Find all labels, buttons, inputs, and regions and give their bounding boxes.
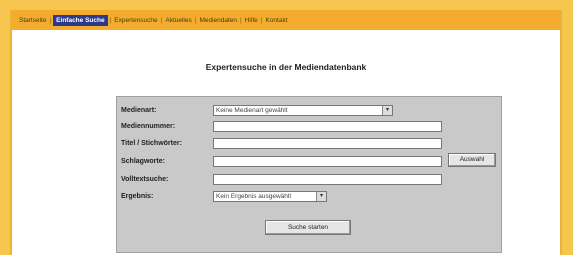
ergebnis-label: Ergebnis: [121, 193, 154, 200]
schlagworte-label: Schlagworte: [121, 158, 165, 165]
nav-item-einfache-suche[interactable]: Einfache Suche [53, 14, 108, 26]
medienart-select[interactable]: Keine Medienart gewählt ▾ [213, 105, 393, 116]
medienart-label: Medienart: [121, 107, 157, 114]
ergebnis-value: Kein Ergebnis ausgewählt [216, 193, 292, 200]
titel-label: Titel / Stichwörter: [121, 140, 182, 147]
ergebnis-select[interactable]: Kein Ergebnis ausgewählt ▾ [213, 191, 327, 202]
titel-input[interactable] [213, 138, 442, 149]
nav-item-expertensuche[interactable]: Expertensuche [113, 17, 158, 24]
volltext-input[interactable] [213, 174, 442, 185]
schlagworte-input[interactable] [213, 156, 442, 167]
nav-item-kontakt[interactable]: Kontakt [264, 17, 288, 24]
nav-item-mediendaten[interactable]: Mediendaten [198, 17, 238, 24]
nav-item-startseite[interactable]: Startseite [18, 17, 47, 24]
nav-item-hilfe[interactable]: Hilfe [244, 17, 259, 24]
chevron-down-icon[interactable]: ▾ [316, 192, 326, 201]
chevron-down-icon[interactable]: ▾ [382, 106, 392, 115]
top-navigation: Startseite | Einfache Suche | Expertensu… [12, 10, 560, 30]
medienart-value: Keine Medienart gewählt [216, 107, 288, 114]
search-form: Medienart: Keine Medienart gewählt ▾ Med… [116, 96, 502, 253]
nav-item-aktuelles[interactable]: Aktuelles [164, 17, 192, 24]
mediennummer-input[interactable] [213, 121, 442, 132]
volltext-label: Volltextsuche: [121, 176, 169, 183]
auswahl-button[interactable]: Auswahl [448, 153, 496, 167]
mediennummer-label: Mediennummer: [121, 123, 176, 130]
page-title: Expertensuche in der Mediendatenbank [205, 62, 367, 72]
search-submit-button[interactable]: Suche starten [265, 220, 351, 235]
page-frame: Startseite | Einfache Suche | Expertensu… [10, 10, 562, 255]
